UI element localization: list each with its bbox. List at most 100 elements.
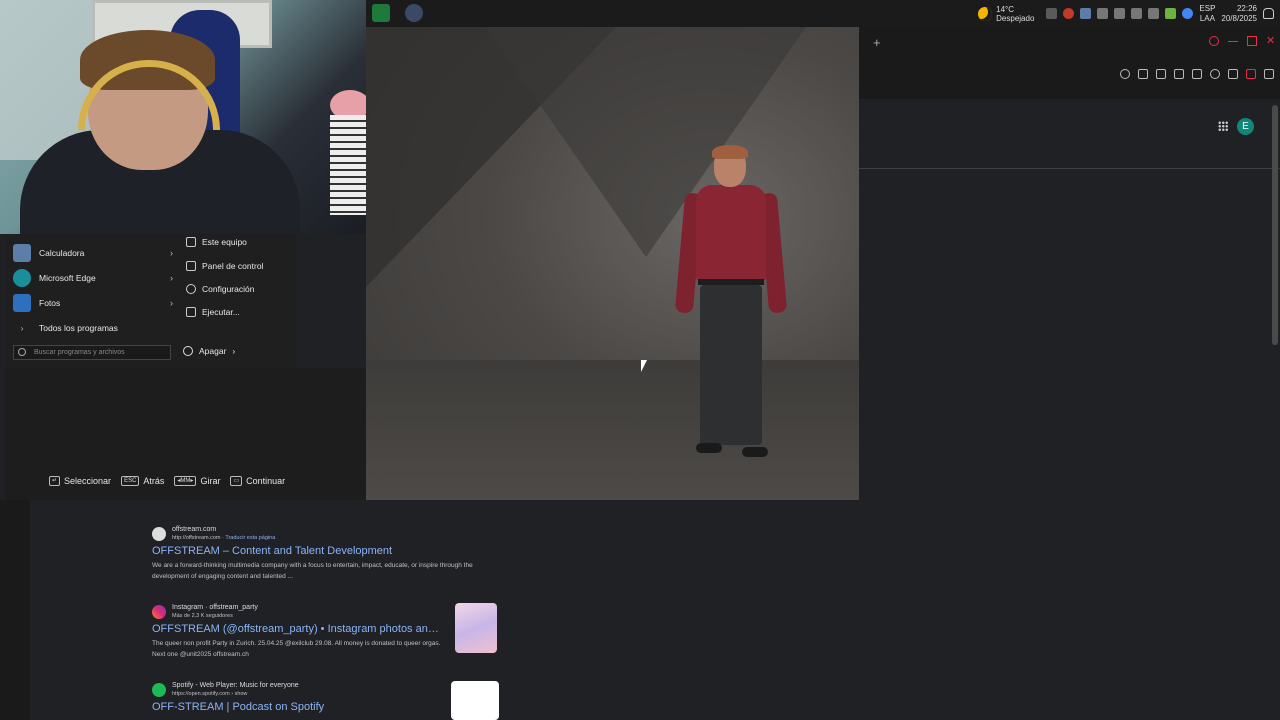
result-snippet: The queer non profit Party in Zurich. 25… — [152, 640, 441, 658]
chevron-right-icon: › — [20, 323, 24, 333]
chevron-right-icon: › — [232, 346, 236, 356]
menu-item-calculator[interactable]: Calculadora › — [13, 242, 173, 264]
edge-icon — [13, 269, 31, 287]
character-shirt — [696, 185, 766, 281]
shutdown-label: Apagar — [199, 346, 227, 356]
clock-date: 20/8/2025 — [1221, 13, 1257, 23]
hint-list: ↵ Seleccionar ESC Atrás ◂MM▸ Girar ▭ Con… — [49, 476, 285, 486]
maximize-icon[interactable] — [1247, 36, 1257, 46]
shutdown-button[interactable]: Apagar › — [183, 346, 235, 356]
all-programs-label: Todos los programas — [39, 323, 118, 333]
new-tab-button[interactable]: + — [873, 35, 881, 50]
hint-back[interactable]: ESC Atrás — [121, 476, 164, 486]
menu-item-label: Calculadora — [39, 248, 85, 258]
instagram-icon — [152, 605, 166, 619]
language-indicator[interactable]: ESP LAA — [1199, 4, 1215, 24]
lang-primary: ESP — [1199, 3, 1216, 13]
keyboard-instrument — [330, 115, 366, 215]
result-url-text: http://offstream.com — [172, 535, 221, 541]
result-site[interactable]: Spotify - Web Player: Music for everyone… — [152, 682, 497, 698]
menu-item-settings[interactable]: Configuración — [186, 281, 254, 297]
start-search-input[interactable]: Buscar programas y archivos — [13, 345, 171, 360]
bluetooth-icon[interactable] — [1046, 8, 1058, 19]
result-title-link[interactable]: OFFSTREAM (@offstream_party) • Instagram… — [152, 623, 442, 635]
hint-rotate[interactable]: ◂MM▸ Girar — [174, 476, 220, 486]
hint-label: Girar — [200, 476, 221, 486]
apps-grid-icon[interactable] — [1218, 121, 1228, 131]
google-header: E — [859, 99, 1280, 169]
translate-icon[interactable] — [1174, 69, 1184, 79]
site-favicon-icon — [152, 527, 166, 541]
search-icon[interactable] — [1209, 36, 1219, 46]
nvidia-icon[interactable] — [1165, 8, 1177, 19]
scrollbar[interactable] — [1272, 105, 1278, 345]
browser-window: + ✕ E — [859, 27, 1280, 720]
hint-continue[interactable]: ▭ Continuar — [230, 476, 285, 486]
menu-item-this-pc[interactable]: Este equipo — [186, 234, 247, 250]
mouse-cursor-icon — [641, 360, 647, 372]
menu-item-label: Configuración — [202, 284, 255, 294]
app-tray-icon[interactable] — [1063, 8, 1075, 19]
window-controls: ✕ — [1209, 36, 1276, 47]
run-icon — [186, 307, 196, 317]
result-item: Spotify - Web Player: Music for everyone… — [152, 682, 497, 713]
calculator-icon — [13, 244, 31, 262]
result-thumbnail[interactable] — [451, 681, 499, 720]
result-title-link[interactable]: OFFSTREAM – Content and Talent Developme… — [152, 545, 497, 557]
display-icon[interactable] — [1148, 8, 1160, 19]
result-url: Más de 2,3 K seguidores — [172, 613, 233, 619]
translate-link[interactable]: Traducir esta página — [225, 535, 275, 541]
menu-item-control-panel[interactable]: Panel de control — [186, 258, 263, 274]
result-url: http://offstream.com · Traducir esta pág… — [172, 535, 276, 541]
menu-item-label: Este equipo — [202, 237, 247, 247]
hint-select[interactable]: ↵ Seleccionar — [49, 476, 111, 486]
result-site-name: Instagram · offstream_party — [172, 604, 258, 611]
computer-icon — [186, 237, 196, 247]
enter-key-icon: ↵ — [49, 476, 61, 486]
settings-icon[interactable] — [405, 4, 423, 22]
download-icon[interactable] — [1246, 69, 1256, 79]
photos-icon — [13, 294, 31, 312]
mouse-rotate-icon: ◂MM▸ — [174, 476, 197, 486]
menu-icon[interactable] — [1264, 69, 1274, 79]
menu-item-photos[interactable]: Fotos › — [13, 292, 173, 314]
steam-icon[interactable] — [1080, 8, 1092, 19]
weather-widget[interactable]: 14°C Despejado — [978, 5, 1034, 23]
result-site[interactable]: Instagram · offstream_party Más de 2,3 K… — [152, 604, 497, 620]
result-title-link[interactable]: OFF-STREAM | Podcast on Spotify — [152, 701, 497, 713]
extensions-icon[interactable] — [1228, 69, 1238, 79]
play-icon[interactable] — [1192, 69, 1202, 79]
space-key-icon: ▭ — [230, 476, 243, 486]
game-viewport[interactable] — [366, 27, 859, 500]
result-thumbnail[interactable] — [455, 603, 497, 653]
search-placeholder: Buscar programas y archivos — [34, 349, 125, 356]
menu-item-run[interactable]: Ejecutar... — [186, 304, 240, 320]
menu-item-label: Panel de control — [202, 261, 264, 271]
mic-icon[interactable] — [1097, 8, 1109, 19]
character-model[interactable] — [674, 145, 788, 467]
temperature: 14°C — [996, 4, 1015, 14]
bell-icon[interactable] — [1263, 8, 1274, 19]
screenshot-icon[interactable] — [1156, 69, 1166, 79]
network-icon[interactable] — [1114, 8, 1126, 19]
menu-item-all-programs[interactable]: › Todos los programas — [13, 317, 173, 339]
chevron-right-icon: › — [170, 298, 173, 308]
chrome-icon[interactable] — [1182, 8, 1194, 19]
avatar[interactable]: E — [1237, 118, 1254, 135]
result-site[interactable]: offstream.com http://offstream.com · Tra… — [152, 526, 497, 542]
hint-label: Continuar — [246, 476, 286, 486]
result-item: offstream.com http://offstream.com · Tra… — [152, 526, 497, 582]
app-icon[interactable] — [372, 4, 390, 22]
zoom-icon[interactable] — [1120, 69, 1130, 79]
menu-item-edge[interactable]: Microsoft Edge › — [13, 267, 173, 289]
pin-icon[interactable] — [1138, 69, 1148, 79]
menu-item-label: Microsoft Edge — [39, 273, 96, 283]
clock[interactable]: 22:26 20/8/2025 — [1221, 4, 1257, 24]
volume-icon[interactable] — [1131, 8, 1143, 19]
minimize-icon[interactable] — [1228, 36, 1238, 42]
result-site-name: Spotify - Web Player: Music for everyone — [172, 682, 299, 689]
chevron-right-icon: › — [170, 273, 173, 283]
chevron-right-icon: › — [170, 248, 173, 258]
heart-icon[interactable] — [1210, 69, 1220, 79]
close-icon[interactable]: ✕ — [1266, 36, 1276, 47]
